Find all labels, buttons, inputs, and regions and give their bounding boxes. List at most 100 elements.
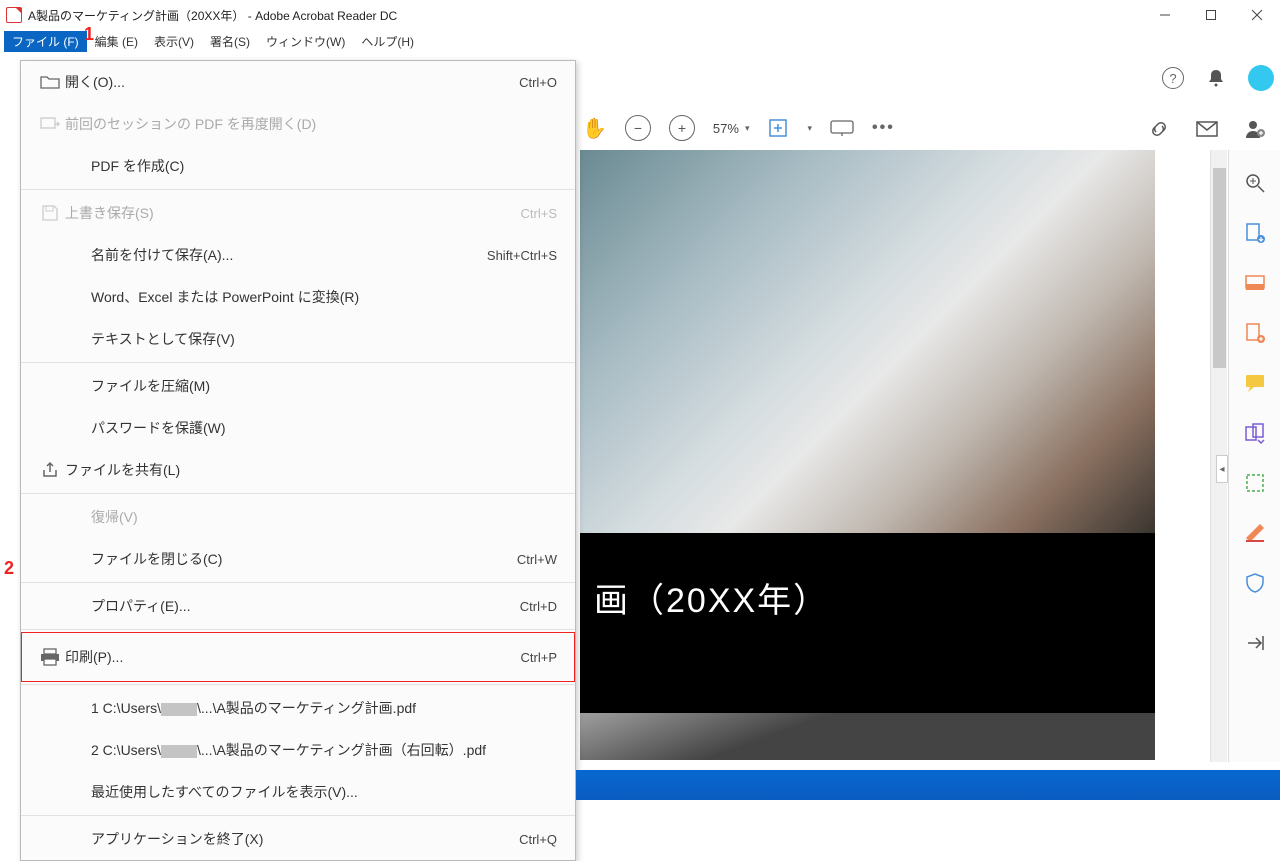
menu-close-file[interactable]: ファイルを閉じる(C) Ctrl+W (21, 538, 575, 580)
fit-icon (767, 117, 789, 139)
scrollbar-thumb[interactable] (1213, 168, 1226, 368)
link-button[interactable] (1148, 118, 1170, 140)
edit-pdf-tool[interactable] (1244, 272, 1266, 294)
menu-revert: 復帰(V) (21, 496, 575, 538)
menubar: ファイル (F) 編集 (E) 表示(V) 署名(S) ウィンドウ(W) ヘルプ… (0, 30, 1280, 52)
protect-tool[interactable] (1244, 572, 1266, 594)
folder-open-icon (35, 74, 65, 90)
organize-icon (1244, 472, 1266, 494)
menu-separator (21, 815, 575, 816)
link-icon (1148, 118, 1170, 140)
share-icon (35, 461, 65, 479)
menu-file[interactable]: ファイル (F) (4, 31, 87, 52)
menu-help[interactable]: ヘルプ(H) (353, 31, 422, 52)
close-button[interactable] (1234, 0, 1280, 30)
menu-exit[interactable]: アプリケーションを終了(X) Ctrl+Q (21, 818, 575, 860)
menu-view[interactable]: 表示(V) (146, 31, 202, 52)
keyboard-icon (830, 120, 854, 136)
person-plus-icon (1244, 118, 1266, 140)
more-tools-button[interactable]: ••• (872, 119, 895, 137)
keyboard-button[interactable] (830, 120, 854, 136)
edit-page-icon (1244, 272, 1266, 294)
bell-icon (1206, 68, 1226, 88)
maximize-button[interactable] (1188, 0, 1234, 30)
menu-share[interactable]: ファイルを共有(L) (21, 449, 575, 491)
redacted-username (161, 703, 197, 716)
email-button[interactable] (1196, 121, 1218, 137)
window-title: A製品のマーケティング計画（20XX年） - Adobe Acrobat Rea… (28, 7, 397, 24)
hand-tool[interactable]: ✋ (582, 116, 607, 141)
menu-separator (21, 629, 575, 630)
menu-separator (21, 493, 575, 494)
window-controls (1142, 0, 1280, 30)
close-icon (1251, 9, 1263, 21)
titlebar: A製品のマーケティング計画（20XX年） - Adobe Acrobat Rea… (0, 0, 1280, 30)
minimize-button[interactable] (1142, 0, 1188, 30)
menu-recent-1[interactable]: 1 C:\Users\\...\A製品のマーケティング計画.pdf (21, 687, 575, 729)
document-view[interactable]: 画（20XX年） (580, 150, 1155, 760)
account-avatar[interactable] (1248, 65, 1274, 91)
magnifier-plus-icon (1244, 172, 1266, 194)
menu-window[interactable]: ウィンドウ(W) (258, 31, 353, 52)
printer-icon (35, 648, 65, 666)
maximize-icon (1205, 9, 1217, 21)
menu-recent-2[interactable]: 2 C:\Users\\...\A製品のマーケティング計画（右回転）.pdf (21, 729, 575, 771)
zoom-in-button[interactable]: + (669, 115, 695, 141)
zoom-value: 57% (713, 121, 739, 136)
create-icon (1244, 322, 1266, 344)
right-top-tools (1148, 118, 1266, 140)
zoom-level[interactable]: 57% ▾ (713, 121, 750, 136)
windows-taskbar[interactable] (576, 770, 1280, 800)
menu-save-as-text[interactable]: テキストとして保存(V) (21, 318, 575, 360)
create-pdf-tool[interactable] (1244, 322, 1266, 344)
notifications-button[interactable] (1204, 66, 1228, 90)
document-image (580, 150, 1155, 533)
arrow-right-icon (1244, 632, 1266, 654)
collapse-right-pane[interactable]: ◂ (1216, 455, 1228, 483)
menu-print[interactable]: 印刷(P)... Ctrl+P (21, 632, 575, 682)
comment-icon (1244, 372, 1266, 394)
redact-icon (1244, 522, 1266, 544)
menu-save-as[interactable]: 名前を付けて保存(A)... Shift+Ctrl+S (21, 234, 575, 276)
add-person-button[interactable] (1244, 118, 1266, 140)
export-pdf-tool[interactable] (1244, 222, 1266, 244)
menu-separator (21, 189, 575, 190)
redacted-username (161, 745, 197, 758)
envelope-icon (1196, 121, 1218, 137)
minimize-icon (1159, 9, 1171, 21)
more-tools-side[interactable] (1244, 632, 1266, 654)
combine-tool[interactable] (1244, 422, 1266, 444)
menu-save: 上書き保存(S) Ctrl+S (21, 192, 575, 234)
export-icon (1244, 222, 1266, 244)
reopen-icon (35, 116, 65, 132)
menu-edit[interactable]: 編集 (E) (87, 31, 146, 52)
menu-sign[interactable]: 署名(S) (202, 31, 258, 52)
menu-password-protect[interactable]: パスワードを保護(W) (21, 407, 575, 449)
file-menu: 開く(O)... Ctrl+O 前回のセッションの PDF を再度開く(D) P… (20, 60, 576, 861)
right-tools-pane (1228, 150, 1280, 762)
menu-show-all-recent[interactable]: 最近使用したすべてのファイルを表示(V)... (21, 771, 575, 813)
search-tool[interactable] (1244, 172, 1266, 194)
menu-reopen-pdf: 前回のセッションの PDF を再度開く(D) (21, 103, 575, 145)
chevron-down-icon-2[interactable]: ▾ (807, 123, 812, 134)
menu-convert[interactable]: Word、Excel または PowerPoint に変換(R) (21, 276, 575, 318)
menu-separator (21, 582, 575, 583)
annotation-2: 2 (4, 558, 14, 579)
top-right-controls: ? (1162, 65, 1274, 91)
organize-tool[interactable] (1244, 472, 1266, 494)
menu-compress[interactable]: ファイルを圧縮(M) (21, 365, 575, 407)
menu-properties[interactable]: プロパティ(E)... Ctrl+D (21, 585, 575, 627)
document-toolbar: ✋ − + 57% ▾ ▾ ••• (582, 115, 895, 141)
comment-tool[interactable] (1244, 372, 1266, 394)
help-button[interactable]: ? (1162, 67, 1184, 89)
zoom-out-button[interactable]: − (625, 115, 651, 141)
document-title-overlay: 画（20XX年） (580, 533, 1155, 713)
combine-icon (1244, 422, 1266, 444)
menu-create-pdf[interactable]: PDF を作成(C) (21, 145, 575, 187)
fit-page-button[interactable] (767, 117, 789, 139)
menu-open[interactable]: 開く(O)... Ctrl+O (21, 61, 575, 103)
redact-tool[interactable] (1244, 522, 1266, 544)
chevron-down-icon: ▾ (745, 123, 750, 134)
save-icon (35, 204, 65, 222)
menu-separator (21, 684, 575, 685)
